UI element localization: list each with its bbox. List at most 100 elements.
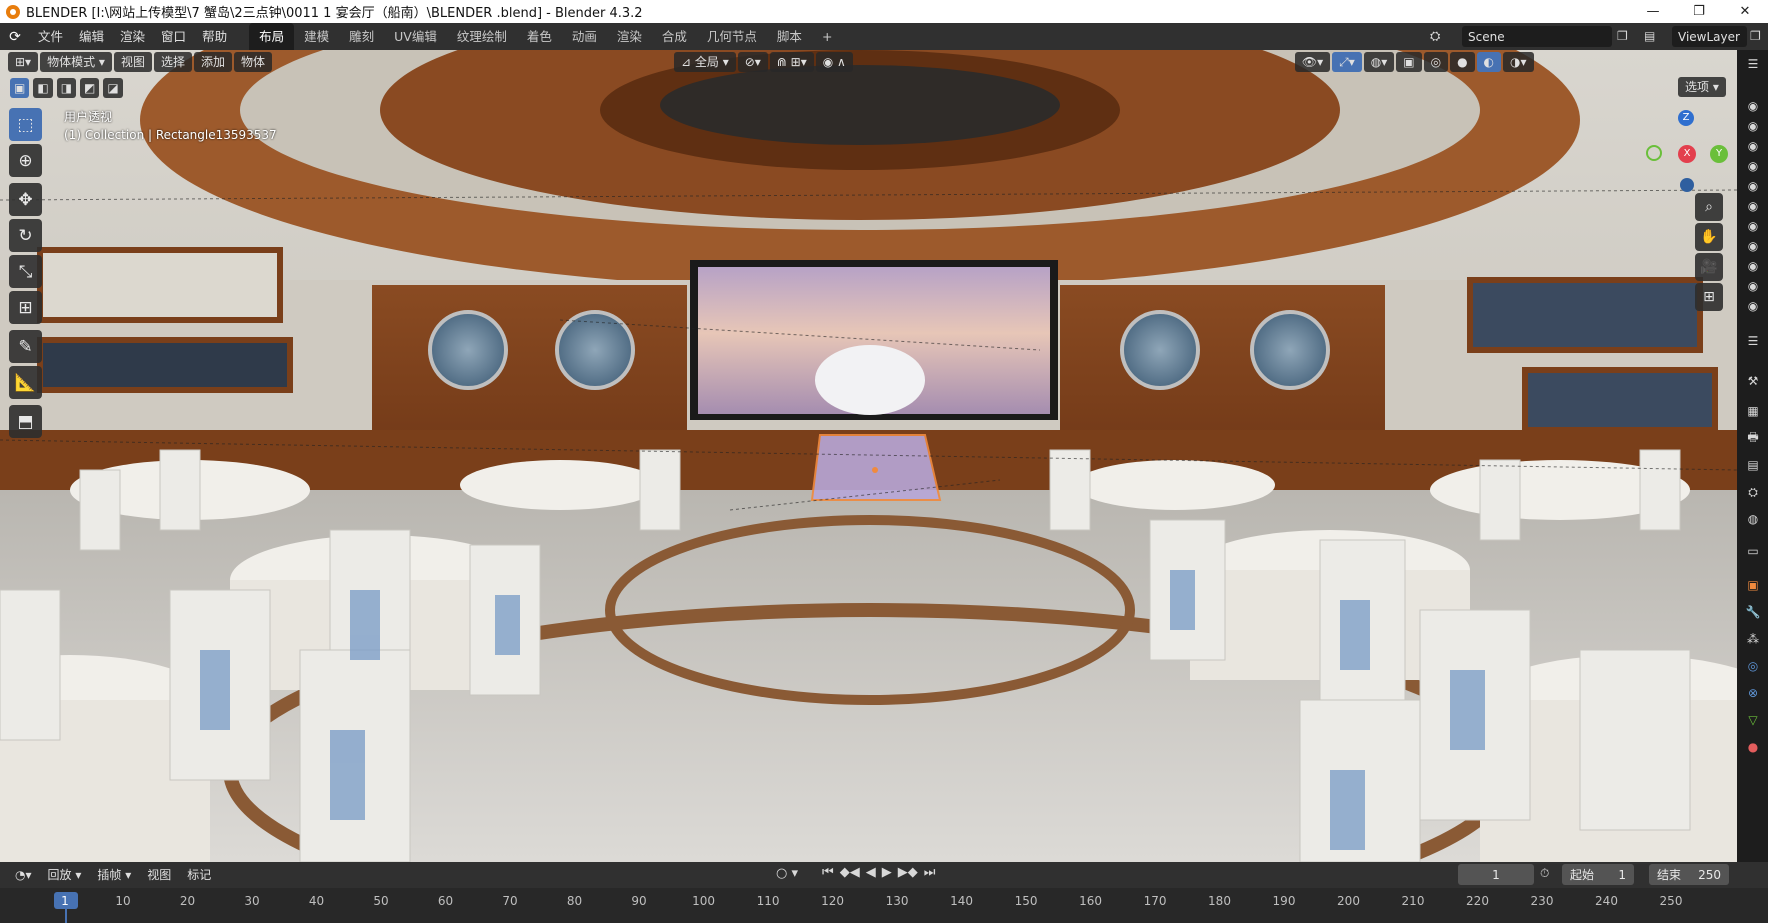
constraints-properties-icon[interactable]: ⊗	[1745, 685, 1761, 701]
maximize-button[interactable]: ❐	[1676, 0, 1722, 23]
jump-end-icon[interactable]: ⏭	[924, 865, 936, 880]
menu-object[interactable]: 物体	[233, 52, 272, 72]
measure-tool[interactable]: 📐	[9, 366, 42, 399]
overlay-toggle-icon[interactable]: ◍▾	[1363, 52, 1395, 72]
gizmo-toggle-icon[interactable]: ⤢▾	[1332, 52, 1362, 72]
camera-visibility-icon[interactable]: ◉	[1745, 98, 1761, 114]
orientation-selector[interactable]: ⊿ 全局 ▾	[674, 52, 736, 72]
move-tool[interactable]: ✥	[9, 183, 42, 216]
tab-scripting[interactable]: 脚本	[767, 23, 812, 50]
data-properties-icon[interactable]: ▽	[1745, 712, 1761, 728]
tab-texture-paint[interactable]: 纹理绘制	[447, 23, 517, 50]
camera-view-icon[interactable]: 🎥	[1695, 253, 1723, 281]
timeline-editor-icon[interactable]: ◔▾	[8, 865, 39, 885]
select-subtract-icon[interactable]: ◨	[56, 78, 77, 98]
perspective-grid-icon[interactable]: ⊞	[1695, 283, 1723, 311]
tab-modeling[interactable]: 建模	[294, 23, 339, 50]
xray-icon[interactable]: ▣	[1396, 52, 1422, 72]
shading-wireframe-icon[interactable]: ◎	[1423, 52, 1449, 72]
world-properties-icon[interactable]: ◍	[1745, 511, 1761, 527]
camera-visibility-icon[interactable]: ◉	[1745, 218, 1761, 234]
scale-tool[interactable]: ⤡	[9, 255, 42, 288]
camera-visibility-icon[interactable]: ◉	[1745, 158, 1761, 174]
options-dropdown[interactable]: 选项 ▾	[1678, 77, 1726, 97]
menu-view[interactable]: 视图	[113, 52, 152, 72]
marker-menu[interactable]: 标记	[180, 865, 219, 885]
camera-visibility-icon[interactable]: ◉	[1745, 198, 1761, 214]
material-properties-icon[interactable]: ●	[1745, 739, 1761, 755]
object-properties-icon[interactable]: ▣	[1745, 577, 1761, 593]
physics-properties-icon[interactable]: ◎	[1745, 658, 1761, 674]
minimize-button[interactable]: —	[1630, 0, 1676, 23]
render-properties-icon[interactable]: ▦	[1745, 403, 1761, 419]
rotate-tool[interactable]: ↻	[9, 219, 42, 252]
new-viewlayer-icon[interactable]: ❐	[1750, 29, 1761, 43]
end-frame-field[interactable]: 结束 250	[1649, 864, 1729, 885]
outliner-icon[interactable]: ☰	[1745, 56, 1761, 72]
tab-shading[interactable]: 着色	[517, 23, 562, 50]
particles-properties-icon[interactable]: ⁂	[1745, 631, 1761, 647]
blender-menu-icon[interactable]: ⟳	[0, 29, 30, 45]
axis-y-icon[interactable]: Y	[1710, 145, 1728, 163]
axis-z-icon[interactable]: Z	[1678, 110, 1694, 126]
tab-animation[interactable]: 动画	[562, 23, 607, 50]
camera-visibility-icon[interactable]: ◉	[1745, 238, 1761, 254]
mode-selector[interactable]: 物体模式 ▾	[40, 52, 112, 72]
viewlayer-selector[interactable]: ViewLayer	[1672, 26, 1747, 47]
keying-menu[interactable]: 插帧 ▾	[90, 865, 139, 885]
pivot-icon[interactable]: ⊘▾	[737, 52, 768, 72]
properties-header-icon[interactable]: ☰	[1745, 333, 1761, 349]
add-cube-tool[interactable]: ⬒	[9, 405, 42, 438]
auto-keying-icon[interactable]: ○ ▾	[776, 866, 798, 881]
scene-properties-icon[interactable]: ⛭	[1745, 484, 1761, 500]
navigation-gizmo[interactable]: Z X Y	[1640, 108, 1730, 198]
menu-edit[interactable]: 编辑	[71, 23, 112, 50]
shading-material-icon[interactable]: ◐	[1476, 52, 1502, 72]
tab-geometry-nodes[interactable]: 几何节点	[697, 23, 767, 50]
modifier-properties-icon[interactable]: 🔧	[1745, 604, 1761, 620]
tool-properties-icon[interactable]: ⚒	[1745, 373, 1761, 389]
menu-file[interactable]: 文件	[30, 23, 71, 50]
menu-render[interactable]: 渲染	[112, 23, 153, 50]
playback-menu[interactable]: 回放 ▾	[40, 865, 89, 885]
jump-keyframe-back-icon[interactable]: ◆◀	[840, 865, 860, 880]
pan-hand-icon[interactable]: ✋	[1695, 223, 1723, 251]
axis-x-icon[interactable]: X	[1678, 145, 1696, 163]
zoom-icon[interactable]: ⌕	[1695, 193, 1723, 221]
visibility-icon[interactable]: 👁▾	[1294, 52, 1331, 72]
camera-visibility-icon[interactable]: ◉	[1745, 298, 1761, 314]
menu-add[interactable]: 添加	[193, 52, 232, 72]
viewlayer-icon[interactable]: ▤	[1644, 29, 1655, 43]
timeline-area[interactable]: 1 10 20 30 40 50 60 70 80 90 100 110 120 130 140 150 160…	[0, 888, 1768, 923]
output-properties-icon[interactable]: 🖶	[1745, 430, 1761, 446]
select-invert-icon[interactable]: ◩	[80, 78, 100, 98]
start-frame-field[interactable]: 起始 1	[1562, 864, 1634, 885]
camera-visibility-icon[interactable]: ◉	[1745, 138, 1761, 154]
annotate-tool[interactable]: ✎	[9, 330, 42, 363]
select-new-icon[interactable]: ▣	[10, 78, 30, 98]
axis-neg-y-icon[interactable]	[1646, 145, 1662, 161]
play-reverse-icon[interactable]: ◀	[866, 865, 876, 880]
axis-neg-z-icon[interactable]	[1680, 178, 1694, 192]
camera-visibility-icon[interactable]: ◉	[1745, 118, 1761, 134]
snap-icon[interactable]: ⋒ ⊞▾	[769, 52, 814, 72]
camera-visibility-icon[interactable]: ◉	[1745, 278, 1761, 294]
3d-viewport[interactable]	[0, 50, 1737, 862]
editor-type-icon[interactable]: ⊞▾	[8, 52, 39, 72]
new-scene-icon[interactable]: ❐	[1617, 29, 1628, 43]
camera-visibility-icon[interactable]: ◉	[1745, 258, 1761, 274]
jump-keyframe-forward-icon[interactable]: ▶◆	[898, 865, 918, 880]
close-button[interactable]: ✕	[1722, 0, 1768, 23]
tab-layout[interactable]: 布局	[249, 23, 295, 50]
timeline-view-menu[interactable]: 视图	[140, 865, 179, 885]
menu-window[interactable]: 窗口	[153, 23, 194, 50]
add-workspace-button[interactable]: +	[812, 23, 842, 50]
transform-tool[interactable]: ⊞	[9, 291, 42, 324]
scene-selector[interactable]: Scene	[1462, 26, 1612, 47]
tab-compositing[interactable]: 合成	[652, 23, 697, 50]
current-frame-field[interactable]: 1	[1458, 864, 1534, 885]
jump-start-icon[interactable]: ⏮	[822, 865, 834, 880]
menu-help[interactable]: 帮助	[194, 23, 235, 50]
scene-icon[interactable]: ⛭	[1430, 29, 1440, 44]
shading-solid-icon[interactable]: ●	[1450, 52, 1475, 72]
